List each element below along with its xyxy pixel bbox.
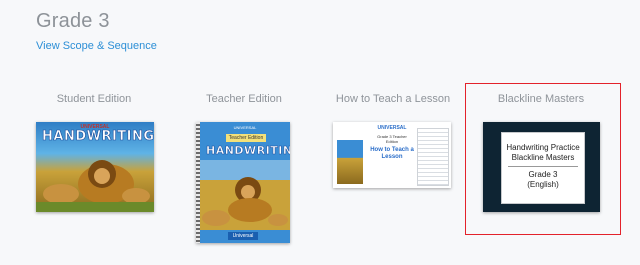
blackline-masters-cover[interactable]: Handwriting Practice Blackline Masters G… [483,122,600,212]
student-edition-cover[interactable]: UNIVERSAL HANDWRITING [36,122,154,212]
teacher-edition-cover[interactable]: UNIVERSAL Teacher Edition HANDWRITING Un… [196,122,290,243]
card-label-student-edition: Student Edition [56,93,132,105]
cover-tag: UNIVERSAL [377,125,407,131]
lion-illustration [200,160,290,230]
blackline-masters-label-box: Handwriting Practice Blackline Masters G… [501,132,585,204]
blm-line-2: Blackline Masters [511,153,575,162]
mini-book-thumbnail [337,140,363,184]
how-to-teach-lesson-cover[interactable]: UNIVERSAL Grade 3 Teacher Edition How to… [333,122,451,188]
blm-line-1: Handwriting Practice [506,143,580,152]
page-preview [417,128,449,186]
publisher-footer: Universal [228,232,258,240]
cover-subtitle: Grade 3 Teacher Edition [377,134,407,144]
cover-tag: UNIVERSAL [233,125,257,130]
page-title: Grade 3 [36,10,110,32]
cover-title: How to Teach a Lesson [370,147,414,160]
card-label-teacher-edition: Teacher Edition [206,93,282,105]
blm-line-3: Grade 3 [528,170,558,179]
divider [508,166,578,167]
view-scope-sequence-link[interactable]: View Scope & Sequence [36,40,157,52]
cover-title: HANDWRITING [42,129,154,145]
blm-line-4: (English) [527,180,559,189]
cover-banner: Teacher Edition [226,134,266,142]
card-label-how-to-teach: How to Teach a Lesson [335,93,451,105]
cover-title: HANDWRITING [206,144,290,158]
